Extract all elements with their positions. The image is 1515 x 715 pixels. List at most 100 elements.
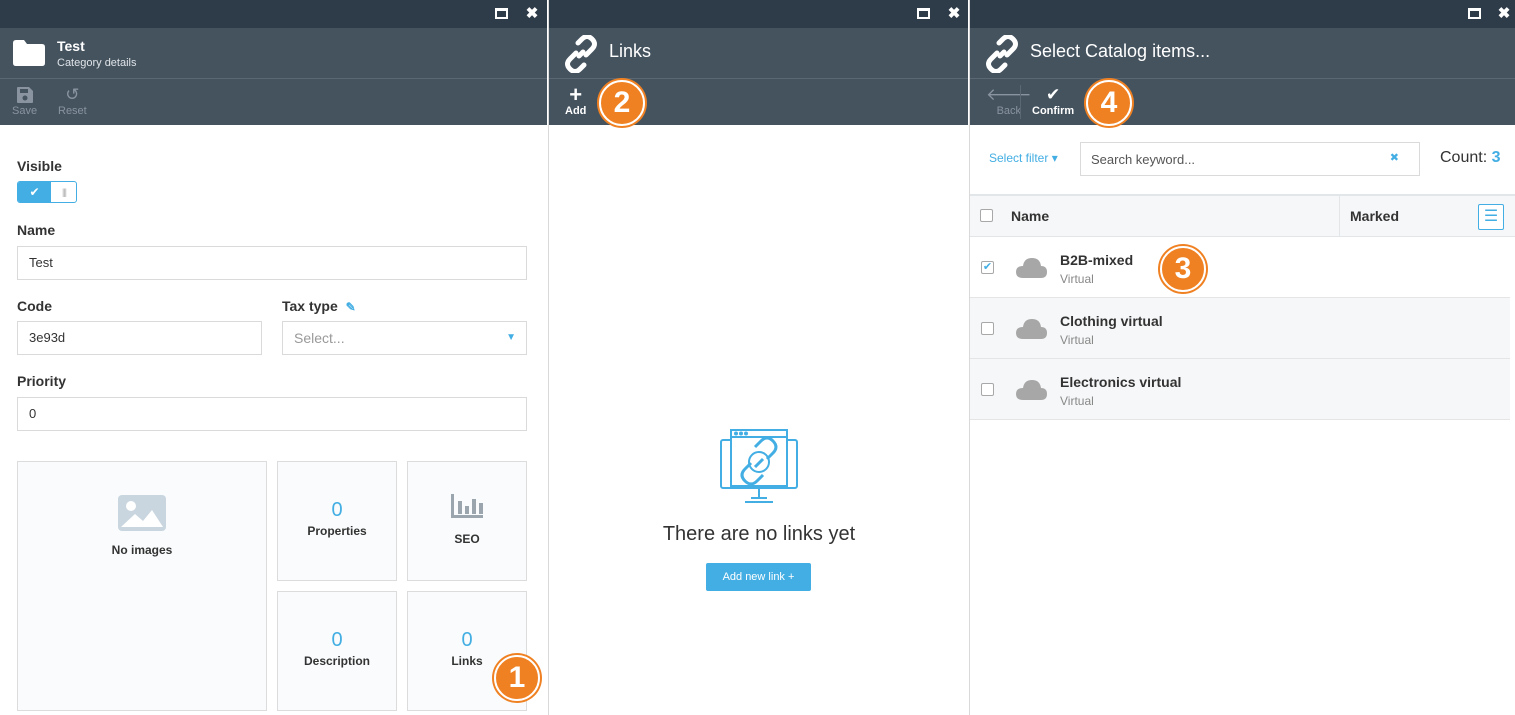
check-icon: ✔	[18, 182, 51, 202]
save-label: Save	[12, 105, 38, 117]
row-name: Clothing virtual	[1060, 313, 1163, 329]
blade-header: Test Category details	[0, 28, 547, 78]
add-button[interactable]: + Add	[565, 82, 587, 118]
column-header-name[interactable]: Name	[1011, 208, 1049, 224]
back-button[interactable]: 🡐 Back	[986, 85, 1032, 117]
window-bar: ✖	[0, 0, 547, 28]
tax-type-text: Tax type	[282, 298, 338, 314]
link-icon	[565, 35, 597, 73]
row-checkbox[interactable]	[981, 383, 994, 396]
image-icon	[118, 495, 166, 531]
empty-state-title: There are no links yet	[662, 523, 856, 545]
blade-subtitle: Category details	[57, 57, 137, 69]
blade-toolbar: 🡐 Back ✔ Confirm 4	[970, 78, 1515, 126]
pencil-icon[interactable]: ✎	[346, 300, 356, 314]
cloud-icon	[1016, 258, 1047, 278]
select-all-checkbox[interactable]	[980, 209, 993, 222]
priority-input[interactable]: 0	[17, 397, 527, 431]
description-count: 0	[331, 629, 343, 651]
category-details-blade: ✖ Test Category details Save ↺ Reset Vis…	[0, 0, 547, 715]
window-bar: ✖	[970, 0, 1515, 28]
maximize-icon[interactable]	[1467, 6, 1483, 22]
add-label: Add	[565, 105, 587, 117]
properties-count: 0	[331, 499, 343, 521]
blade-toolbar: + Add 2	[549, 78, 968, 126]
seo-label: SEO	[454, 532, 480, 546]
images-widget[interactable]: No images	[17, 461, 267, 711]
save-icon	[16, 87, 33, 103]
check-icon: ✔	[1045, 85, 1061, 104]
description-widget[interactable]: 0 Description	[277, 591, 397, 711]
folder-icon	[13, 40, 45, 66]
column-header-marked[interactable]: Marked	[1350, 208, 1399, 224]
chevron-down-icon: ▼	[506, 332, 516, 343]
search-input[interactable]: Search keyword... ✖	[1080, 142, 1420, 176]
blade-header: Select Catalog items...	[970, 28, 1515, 78]
plus-icon: +	[569, 82, 583, 107]
tax-type-label: Tax type ✎	[282, 298, 356, 314]
select-catalog-items-blade: ✖ Select Catalog items... 🡐 Back ✔ Confi…	[969, 0, 1515, 715]
blade-title: Test	[57, 38, 85, 54]
blade-title: Links	[609, 41, 652, 61]
search-placeholder: Search keyword...	[1091, 152, 1196, 167]
cloud-icon	[1016, 319, 1047, 339]
add-new-link-button[interactable]: Add new link +	[706, 563, 811, 591]
toggle-grip-icon: |||	[62, 187, 67, 197]
maximize-icon[interactable]	[494, 6, 510, 22]
links-count: 0	[461, 629, 473, 651]
row-type: Virtual	[1060, 272, 1094, 286]
step-badge-1: 1	[494, 655, 540, 701]
table-header: Name Marked ☰	[970, 194, 1515, 237]
reset-button[interactable]: ↺ Reset	[58, 85, 87, 117]
close-icon[interactable]: ✖	[1496, 6, 1512, 22]
count-value: 3	[1491, 149, 1501, 166]
select-filter-dropdown[interactable]: Select filter ▾	[989, 151, 1058, 165]
row-checkbox[interactable]	[981, 322, 994, 335]
seo-widget[interactable]: SEO	[407, 461, 527, 581]
row-checkbox-checked[interactable]: ✔	[981, 261, 994, 274]
cloud-icon	[1016, 380, 1047, 400]
maximize-icon[interactable]	[916, 6, 932, 22]
visible-toggle[interactable]: ✔ |||	[17, 181, 77, 203]
row-type: Virtual	[1060, 333, 1094, 347]
row-type: Virtual	[1060, 394, 1094, 408]
table-row[interactable]: Electronics virtual Virtual	[970, 359, 1510, 420]
step-badge-3: 3	[1160, 246, 1206, 292]
priority-label: Priority	[17, 373, 67, 389]
table-row[interactable]: Clothing virtual Virtual	[970, 298, 1510, 359]
properties-label: Properties	[307, 524, 367, 538]
properties-widget[interactable]: 0 Properties	[277, 461, 397, 581]
no-images-label: No images	[111, 543, 173, 557]
blade-header: Links	[549, 28, 968, 78]
save-button[interactable]: Save	[12, 85, 37, 117]
toolbar-divider	[1020, 85, 1021, 119]
tax-type-select[interactable]: Select... ▼	[282, 321, 527, 355]
count-label: Count:	[1440, 149, 1488, 166]
table-row[interactable]: ✔ B2B-mixed Virtual 3	[970, 237, 1510, 298]
name-input[interactable]: Test	[17, 246, 527, 280]
code-input[interactable]: 3e93d	[17, 321, 262, 355]
confirm-button[interactable]: ✔ Confirm	[1032, 85, 1074, 117]
confirm-label: Confirm	[1032, 105, 1075, 117]
links-blade: ✖ Links + Add 2 There are no links yet A…	[548, 0, 968, 715]
close-icon[interactable]: ✖	[946, 6, 962, 22]
clear-icon[interactable]: ✖	[1390, 151, 1399, 164]
close-icon[interactable]: ✖	[524, 6, 540, 22]
back-arrow-icon: 🡐	[986, 85, 1032, 104]
reset-label: Reset	[58, 105, 87, 117]
blade-title: Select Catalog items...	[1030, 41, 1211, 61]
count-display: Count: 3	[1440, 149, 1501, 167]
menu-icon[interactable]: ☰	[1478, 204, 1504, 230]
visible-label: Visible	[17, 158, 62, 174]
bar-chart-icon	[451, 494, 483, 518]
empty-links-illustration-icon	[720, 429, 798, 503]
blade-toolbar: Save ↺ Reset	[0, 78, 547, 125]
window-bar: ✖	[549, 0, 968, 28]
row-name: B2B-mixed	[1060, 252, 1134, 268]
code-label: Code	[17, 298, 52, 314]
column-divider	[1339, 196, 1340, 237]
name-label: Name	[17, 222, 56, 238]
step-badge-4: 4	[1086, 80, 1132, 126]
step-badge-2: 2	[599, 80, 645, 126]
link-icon	[986, 35, 1018, 73]
